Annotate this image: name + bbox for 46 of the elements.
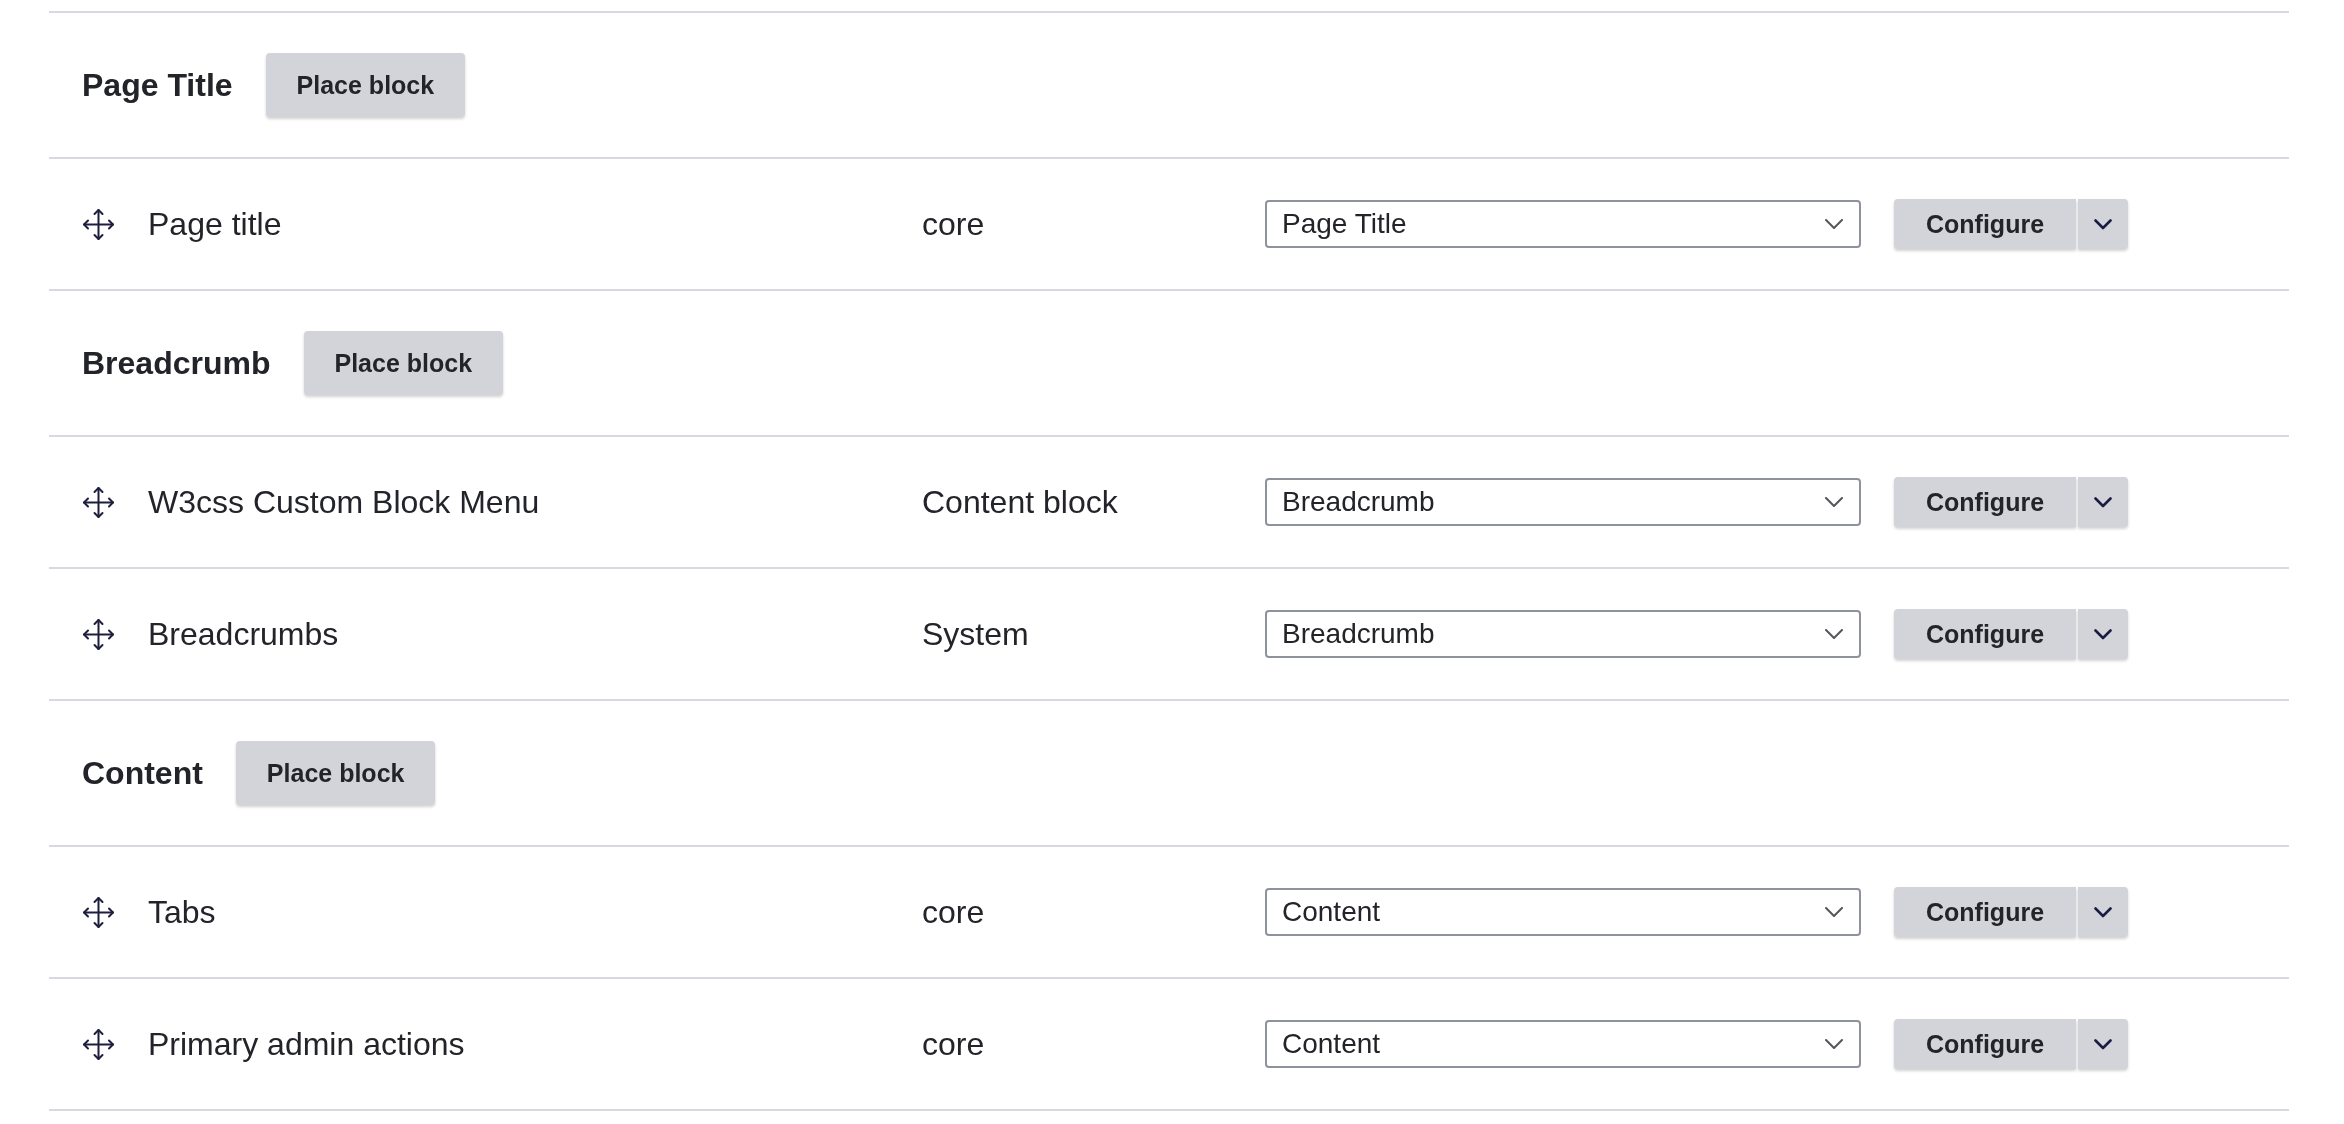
dropdown-toggle-button[interactable]	[2078, 477, 2129, 527]
move-icon[interactable]	[82, 207, 115, 241]
caret-icon	[2094, 218, 2113, 230]
place-block-button[interactable]: Place block	[235, 741, 436, 805]
caret-icon	[2094, 496, 2113, 508]
chevron-down-icon	[1825, 907, 1843, 917]
block-name: Breadcrumbs	[148, 615, 339, 653]
region-select[interactable]: Breadcrumb	[1265, 478, 1861, 526]
configure-button[interactable]: Configure	[1894, 887, 2077, 937]
configure-button[interactable]: Configure	[1894, 477, 2077, 527]
configure-button[interactable]: Configure	[1894, 609, 2077, 659]
block-category: core	[922, 205, 985, 243]
configure-button[interactable]: Configure	[1894, 1019, 2077, 1069]
block-category: System	[922, 615, 1029, 653]
move-icon[interactable]	[82, 1027, 115, 1061]
region-select[interactable]: Content	[1265, 888, 1861, 936]
move-icon[interactable]	[82, 485, 115, 519]
region-title: Page Title	[82, 66, 233, 104]
place-block-button[interactable]: Place block	[303, 331, 504, 395]
dropdown-toggle-button[interactable]	[2078, 199, 2129, 249]
chevron-down-icon	[1825, 1039, 1843, 1049]
block-name: Page title	[148, 205, 282, 243]
region-select[interactable]: Page Title	[1265, 200, 1861, 248]
chevron-down-icon	[1825, 497, 1843, 507]
caret-icon	[2094, 628, 2113, 640]
chevron-down-icon	[1825, 629, 1843, 639]
block-category: core	[922, 893, 985, 931]
caret-icon	[2094, 906, 2113, 918]
region-title: Breadcrumb	[82, 344, 271, 382]
block-category: Content block	[922, 483, 1118, 521]
dropdown-toggle-button[interactable]	[2078, 887, 2129, 937]
block-name: Primary admin actions	[148, 1025, 465, 1063]
dropdown-toggle-button[interactable]	[2078, 1019, 2129, 1069]
region-title: Content	[82, 754, 203, 792]
place-block-button[interactable]: Place block	[265, 53, 466, 117]
block-name: Tabs	[148, 893, 216, 931]
caret-icon	[2094, 1038, 2113, 1050]
move-icon[interactable]	[82, 895, 115, 929]
region-select[interactable]: Content	[1265, 1020, 1861, 1068]
dropdown-toggle-button[interactable]	[2078, 609, 2129, 659]
region-select[interactable]: Breadcrumb	[1265, 610, 1861, 658]
block-name: W3css Custom Block Menu	[148, 483, 540, 521]
block-category: core	[922, 1025, 985, 1063]
configure-button[interactable]: Configure	[1894, 199, 2077, 249]
chevron-down-icon	[1825, 219, 1843, 229]
move-icon[interactable]	[82, 617, 115, 651]
